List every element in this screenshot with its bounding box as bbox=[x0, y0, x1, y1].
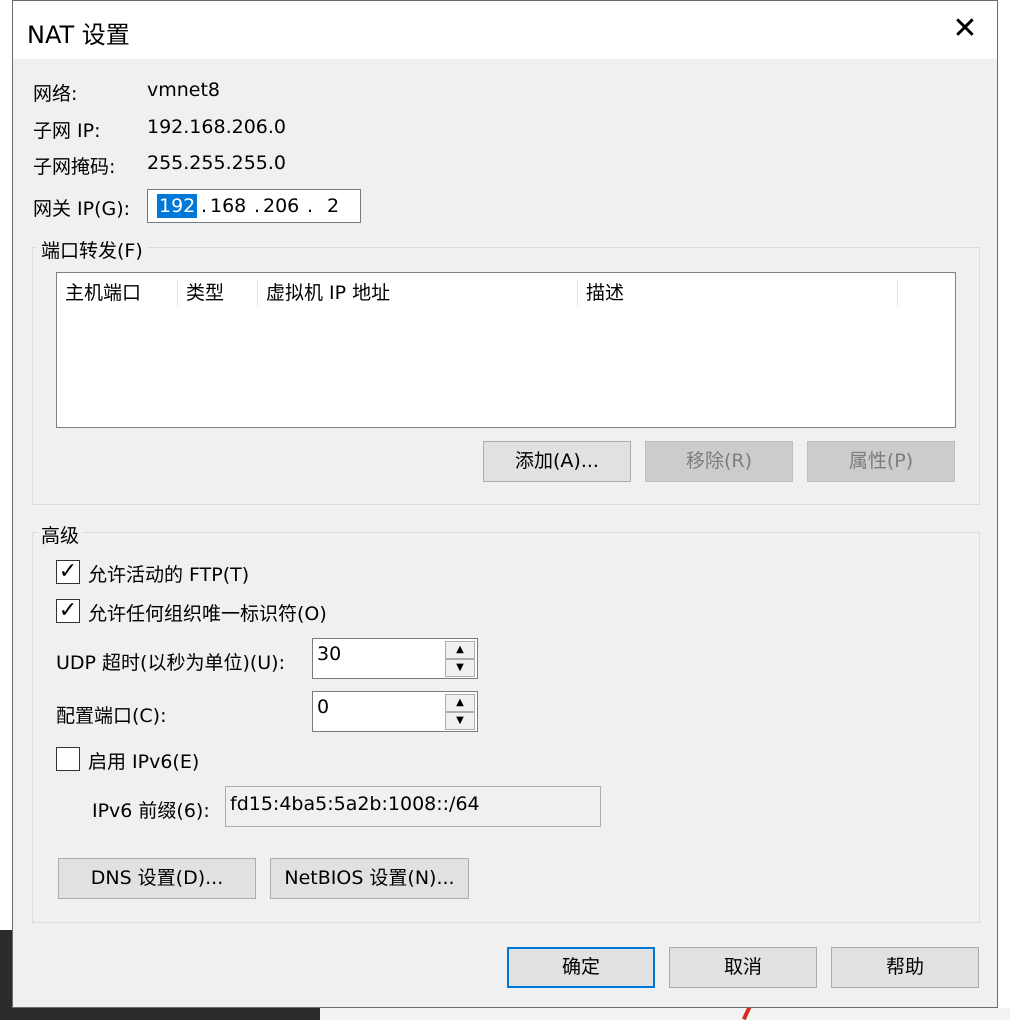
background-dark-strip bbox=[0, 1008, 320, 1020]
ipv6-prefix-value[interactable]: fd15:4ba5:5a2b:1008::/64 bbox=[230, 793, 480, 815]
cancel-button[interactable]: 取消 bbox=[669, 947, 817, 988]
background-dark-area bbox=[0, 930, 12, 1020]
subnet-ip-label: 子网 IP: bbox=[33, 120, 101, 142]
port-forwarding-table[interactable]: 主机端口 类型 虚拟机 IP 地址 描述 bbox=[56, 272, 956, 428]
enable-ipv6-label[interactable]: 启用 IPv6(E) bbox=[88, 747, 199, 774]
allow-oui-checkbox[interactable]: ✓ bbox=[56, 599, 80, 623]
ok-button[interactable]: 确定 bbox=[507, 947, 655, 988]
config-port-stepper[interactable]: 0 ▲ ▼ bbox=[312, 691, 478, 732]
ipv6-prefix-field[interactable]: fd15:4ba5:5a2b:1008::/64 bbox=[225, 786, 601, 827]
ip-dot: . bbox=[201, 195, 208, 217]
udp-timeout-label: UDP 超时(以秒为单位)(U): bbox=[56, 652, 285, 674]
subnet-mask-label: 子网掩码: bbox=[33, 156, 116, 178]
gateway-octet-3[interactable]: 206 bbox=[263, 194, 299, 218]
chevron-down-icon[interactable]: ▼ bbox=[445, 712, 475, 730]
column-header-description[interactable]: 描述 bbox=[578, 279, 898, 307]
properties-button[interactable]: 属性(P) bbox=[807, 441, 955, 482]
check-icon: ✓ bbox=[58, 598, 78, 623]
gateway-ip-label: 网关 IP(G): bbox=[33, 198, 131, 220]
chevron-down-icon[interactable]: ▼ bbox=[445, 659, 475, 677]
remove-button[interactable]: 移除(R) bbox=[645, 441, 793, 482]
title-bar: NAT 设置 ✕ bbox=[13, 1, 997, 59]
subnet-ip-value: 192.168.206.0 bbox=[147, 116, 287, 138]
chevron-up-icon[interactable]: ▲ bbox=[445, 641, 475, 659]
udp-timeout-stepper[interactable]: 30 ▲ ▼ bbox=[312, 638, 478, 679]
ip-dot: . bbox=[307, 195, 314, 217]
help-button[interactable]: 帮助 bbox=[831, 947, 979, 988]
allow-ftp-checkbox[interactable]: ✓ bbox=[56, 560, 80, 584]
netbios-settings-button[interactable]: NetBIOS 设置(N)... bbox=[270, 858, 469, 899]
allow-oui-label[interactable]: 允许任何组织唯一标识符(O) bbox=[88, 599, 327, 626]
gateway-octet-1[interactable]: 192 bbox=[157, 194, 198, 218]
port-forwarding-title: 端口转发(F) bbox=[37, 236, 147, 263]
dialog-title: NAT 设置 bbox=[27, 21, 130, 49]
udp-timeout-value[interactable]: 30 bbox=[317, 643, 341, 665]
subnet-mask-value: 255.255.255.0 bbox=[147, 152, 287, 174]
nat-settings-dialog: NAT 设置 ✕ 网络: vmnet8 子网 IP: 192.168.206.0… bbox=[12, 0, 998, 1008]
column-header-vm-ip[interactable]: 虚拟机 IP 地址 bbox=[258, 279, 578, 307]
allow-ftp-label[interactable]: 允许活动的 FTP(T) bbox=[88, 560, 249, 587]
network-label: 网络: bbox=[33, 83, 78, 105]
check-icon: ✓ bbox=[58, 559, 78, 584]
network-value: vmnet8 bbox=[147, 79, 221, 101]
close-icon[interactable]: ✕ bbox=[949, 13, 981, 45]
background-window-left bbox=[0, 0, 12, 1020]
dns-settings-button[interactable]: DNS 设置(D)... bbox=[58, 858, 256, 899]
config-port-value[interactable]: 0 bbox=[317, 696, 329, 718]
background-window-right bbox=[998, 0, 1010, 1020]
enable-ipv6-checkbox[interactable] bbox=[56, 747, 80, 771]
add-button[interactable]: 添加(A)... bbox=[483, 441, 631, 482]
gateway-octet-4[interactable]: 2 bbox=[327, 194, 339, 218]
background-light-strip bbox=[320, 1008, 1010, 1020]
column-header-host-port[interactable]: 主机端口 bbox=[57, 279, 178, 307]
advanced-title: 高级 bbox=[37, 521, 84, 548]
column-header-type[interactable]: 类型 bbox=[178, 279, 258, 307]
gateway-octet-2[interactable]: 168 bbox=[210, 194, 246, 218]
ipv6-prefix-label: IPv6 前缀(6): bbox=[92, 800, 210, 822]
gateway-ip-input[interactable]: 192 . 168 . 206 . 2 bbox=[147, 189, 361, 223]
chevron-up-icon[interactable]: ▲ bbox=[445, 694, 475, 712]
ip-dot: . bbox=[254, 195, 261, 217]
config-port-label: 配置端口(C): bbox=[56, 705, 167, 727]
